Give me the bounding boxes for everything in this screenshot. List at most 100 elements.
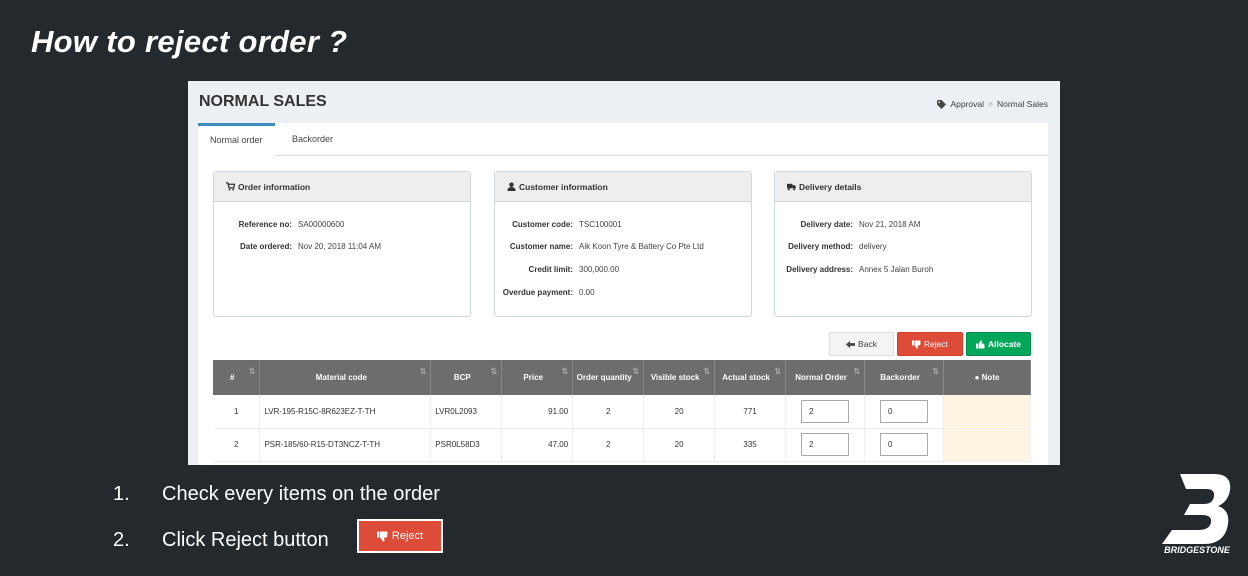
date-ordered-row: Date ordered: Nov 20, 2018 11:04 AM <box>214 242 381 251</box>
reject-sample-label: Reject <box>391 530 424 542</box>
cell-backorder: 0 <box>864 428 945 462</box>
col-header-order-quantity[interactable]: Order quantity ⇅ <box>572 360 645 395</box>
order-information-box: Order information Reference no: SA000006… <box>213 171 471 317</box>
tab-backorder[interactable]: Backorder <box>280 123 345 156</box>
brand-wordmark: BRIDGESTONE <box>1164 545 1231 555</box>
step-text: Check every items on the order <box>162 483 440 505</box>
content-panel: Normal order Backorder Order information… <box>198 123 1048 465</box>
customer-code-label: Customer code: <box>512 220 573 229</box>
overdue-payment-row: Overdue payment: 0.00 <box>495 288 595 297</box>
sort-icon: ⇅ <box>703 367 711 376</box>
allocate-button-label: Allocate <box>987 339 1022 349</box>
table-row: 2 PSR-185/60-R15-DT3NCZ-T-TH PSR0L58D3 4… <box>213 428 1031 462</box>
normal-order-input[interactable]: 2 <box>801 433 850 456</box>
back-button-label: Back <box>858 339 877 349</box>
col-header-number[interactable]: # ⇅ <box>213 360 261 395</box>
sort-icon: ⇅ <box>490 367 498 376</box>
col-header-normal-order[interactable]: Normal Order ⇅ <box>785 360 866 395</box>
normal-order-input[interactable]: 2 <box>801 399 850 423</box>
step-text: Click Reject button <box>162 529 329 551</box>
cell-order-quantity: 2 <box>572 395 645 429</box>
sort-icon: ⇅ <box>853 367 861 376</box>
breadcrumb-approval[interactable]: Approval <box>950 99 984 109</box>
sort-icon: ⇅ <box>932 367 940 376</box>
sort-icon: ⇅ <box>248 367 256 376</box>
step-number: 2. <box>113 529 130 551</box>
customer-name-label: Customer name: <box>509 242 573 251</box>
customer-information-title: Customer information <box>519 181 608 192</box>
delivery-method-label: Delivery method: <box>788 242 853 251</box>
reference-label: Reference no: <box>238 220 292 229</box>
col-header-actual-stock[interactable]: Actual stock ⇅ <box>714 360 787 395</box>
thumbs-down-icon <box>911 339 921 349</box>
reference-row: Reference no: SA00000600 <box>214 220 345 229</box>
delivery-details-box: Delivery details Delivery date: Nov 21, … <box>774 171 1032 317</box>
cell-backorder: 0 <box>864 395 945 429</box>
delivery-address-row: Delivery address: Annex 5 Jalan Buroh <box>775 265 933 274</box>
customer-code-row: Customer code: TSC100001 <box>495 220 622 229</box>
reject-button[interactable]: Reject <box>897 332 963 356</box>
page-title: NORMAL SALES <box>199 93 327 110</box>
arrow-left-icon <box>846 340 856 348</box>
delivery-address-label: Delivery address: <box>786 265 853 274</box>
cart-icon <box>226 182 235 191</box>
delivery-date-value: Nov 21, 2018 AM <box>859 220 921 229</box>
cell-normal-order: 2 <box>785 428 866 462</box>
delivery-date-row: Delivery date: Nov 21, 2018 AM <box>775 220 921 229</box>
reference-value: SA00000600 <box>298 220 345 229</box>
sort-icon: ⇅ <box>419 367 427 376</box>
credit-limit-row: Credit limit: 300,000.00 <box>495 265 620 274</box>
customer-code-value: TSC100001 <box>579 220 622 229</box>
cell-material-code: LVR-195-R15C-8R623EZ-T-TH <box>259 395 432 429</box>
delivery-details-title: Delivery details <box>799 181 862 192</box>
customer-information-header: Customer information <box>495 172 751 202</box>
cell-order-quantity: 2 <box>572 428 645 462</box>
delivery-details-header: Delivery details <box>775 172 1031 202</box>
cell-price: 47.00 <box>501 428 574 462</box>
cell-material-code: PSR-185/60-R15-DT3NCZ-T-TH <box>259 428 432 462</box>
delivery-method-value: delivery <box>859 242 887 251</box>
comment-icon: ● <box>974 372 980 382</box>
order-items-table: # ⇅ Material code ⇅ BCP ⇅ Price ⇅ Order quan… <box>213 360 1031 462</box>
col-header-note: ● Note <box>943 360 1031 395</box>
bridgestone-logo: BRIDGESTONE <box>1162 474 1231 555</box>
col-header-price[interactable]: Price ⇅ <box>501 360 574 395</box>
overdue-payment-label: Overdue payment: <box>502 288 573 297</box>
user-icon <box>507 182 516 191</box>
col-header-material-code[interactable]: Material code ⇅ <box>259 360 432 395</box>
sort-icon: ⇅ <box>632 367 640 376</box>
delivery-date-label: Delivery date: <box>800 220 853 229</box>
allocate-button[interactable]: Allocate <box>966 332 1031 356</box>
overdue-payment-value: 0.00 <box>579 288 595 297</box>
tag-icon <box>937 99 947 109</box>
reject-button-illustration: Reject <box>357 519 443 553</box>
credit-limit-value: 300,000.00 <box>579 265 620 274</box>
customer-information-box: Customer information Customer code: TSC1… <box>494 171 752 317</box>
delivery-method-row: Delivery method: delivery <box>775 242 887 251</box>
backorder-input[interactable]: 0 <box>880 433 929 456</box>
col-header-backorder[interactable]: Backorder ⇅ <box>864 360 945 395</box>
cell-bcp: PSR0L58D3 <box>430 428 503 462</box>
order-information-header: Order information <box>214 172 470 202</box>
cell-note[interactable] <box>943 395 1031 429</box>
reject-button-label: Reject <box>923 339 949 349</box>
slide-title: How to reject order ? <box>31 24 348 59</box>
col-header-visible-stock[interactable]: Visible stock ⇅ <box>643 360 716 395</box>
col-header-bcp[interactable]: BCP ⇅ <box>430 360 503 395</box>
backorder-input[interactable]: 0 <box>880 399 929 423</box>
back-button[interactable]: Back <box>829 332 894 356</box>
cell-price: 91.00 <box>501 395 574 429</box>
sort-icon: ⇅ <box>774 367 782 376</box>
cell-bcp: LVR0L2093 <box>430 395 503 429</box>
tab-normal-order[interactable]: Normal order <box>198 123 275 156</box>
order-information-title: Order information <box>238 181 311 192</box>
thumbs-down-icon <box>376 531 388 541</box>
cell-visible-stock: 20 <box>643 395 716 429</box>
cell-note[interactable] <box>943 428 1031 462</box>
customer-name-value: Aik Koon Tyre & Battery Co Pte Ltd <box>579 242 704 251</box>
table-row: 1 LVR-195-R15C-8R623EZ-T-TH LVR0L2093 91… <box>213 395 1031 429</box>
cell-actual-stock: 335 <box>714 428 787 462</box>
customer-name-row: Customer name: Aik Koon Tyre & Battery C… <box>495 242 704 251</box>
cell-number: 1 <box>213 395 261 429</box>
instruction-step-2: 2. Click Reject button <box>113 529 329 552</box>
